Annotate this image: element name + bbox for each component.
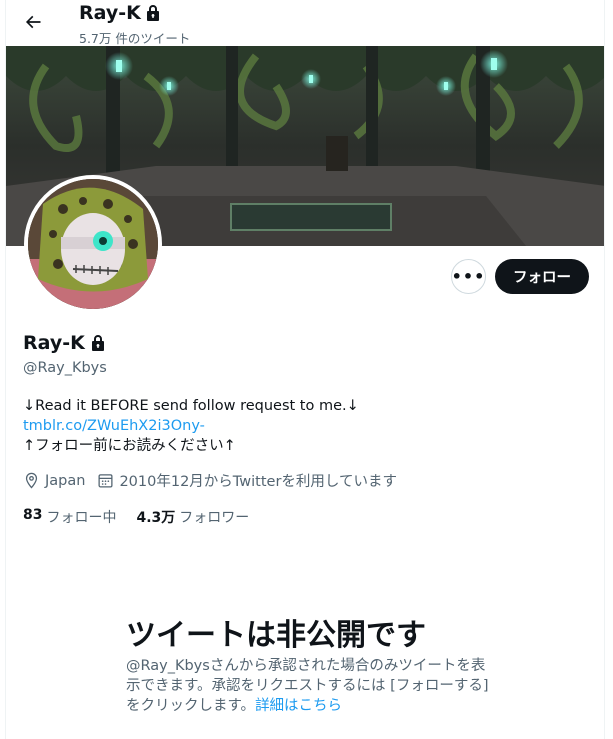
profile-page: Ray-K 5.7万 件のツイート ••• フォロー Ray-K @Ray_Kb… xyxy=(5,0,605,739)
header-title: Ray-K xyxy=(79,2,161,24)
followers-label: フォロワー xyxy=(179,510,250,526)
profile-avatar[interactable] xyxy=(24,175,162,313)
learn-more-link[interactable]: 詳細はこちら xyxy=(255,698,342,714)
more-options-label: ••• xyxy=(451,267,486,286)
back-button[interactable] xyxy=(16,5,50,39)
calendar-icon xyxy=(98,474,113,488)
following-count: 83 xyxy=(23,507,43,523)
profile-handle: @Ray_Kbys xyxy=(23,360,107,376)
location-pin-icon xyxy=(25,472,38,489)
tweet-count: 5.7万 件のツイート xyxy=(79,31,191,46)
lock-icon xyxy=(91,335,104,351)
location: Japan xyxy=(23,472,85,489)
bio-link[interactable]: tmblr.co/ZWuEhX2i3Ony- xyxy=(23,416,359,436)
follow-label: フォロー xyxy=(513,270,571,286)
avatar-image xyxy=(28,179,158,309)
back-arrow-icon xyxy=(25,15,41,29)
header-name: Ray-K xyxy=(79,2,141,24)
private-notice-title: ツイートは非公開です xyxy=(126,618,426,653)
more-options-button[interactable]: ••• xyxy=(451,259,486,294)
follow-button[interactable]: フォロー xyxy=(495,259,589,294)
private-notice-desc: @Ray_Kbysさんから承認された場合のみツイートを表示できます。承認をリクエ… xyxy=(126,656,496,716)
joined-text: 2010年12月からTwitterを利用しています xyxy=(119,474,397,490)
joined-date: 2010年12月からTwitterを利用しています xyxy=(97,470,397,491)
following-label: フォロー中 xyxy=(46,510,117,526)
bio-line: ↑フォロー前にお読みください↑ xyxy=(23,438,236,454)
followers-link[interactable]: 4.3万 フォロワー xyxy=(136,507,249,527)
follow-stats: 83 フォロー中 4.3万 フォロワー xyxy=(23,507,249,527)
lock-icon xyxy=(146,5,159,21)
location-text: Japan xyxy=(45,472,86,489)
profile-name: Ray-K xyxy=(23,332,106,354)
bio-line: ↓Read it BEFORE send follow request to m… xyxy=(23,398,359,414)
profile-name-text: Ray-K xyxy=(23,332,85,354)
followers-count: 4.3万 xyxy=(136,510,176,526)
top-bar: Ray-K 5.7万 件のツイート xyxy=(6,0,604,46)
profile-bio: ↓Read it BEFORE send follow request to m… xyxy=(23,396,359,456)
following-link[interactable]: 83 フォロー中 xyxy=(23,507,116,527)
profile-meta: Japan 2010年12月からTwitterを利用しています xyxy=(23,470,409,491)
